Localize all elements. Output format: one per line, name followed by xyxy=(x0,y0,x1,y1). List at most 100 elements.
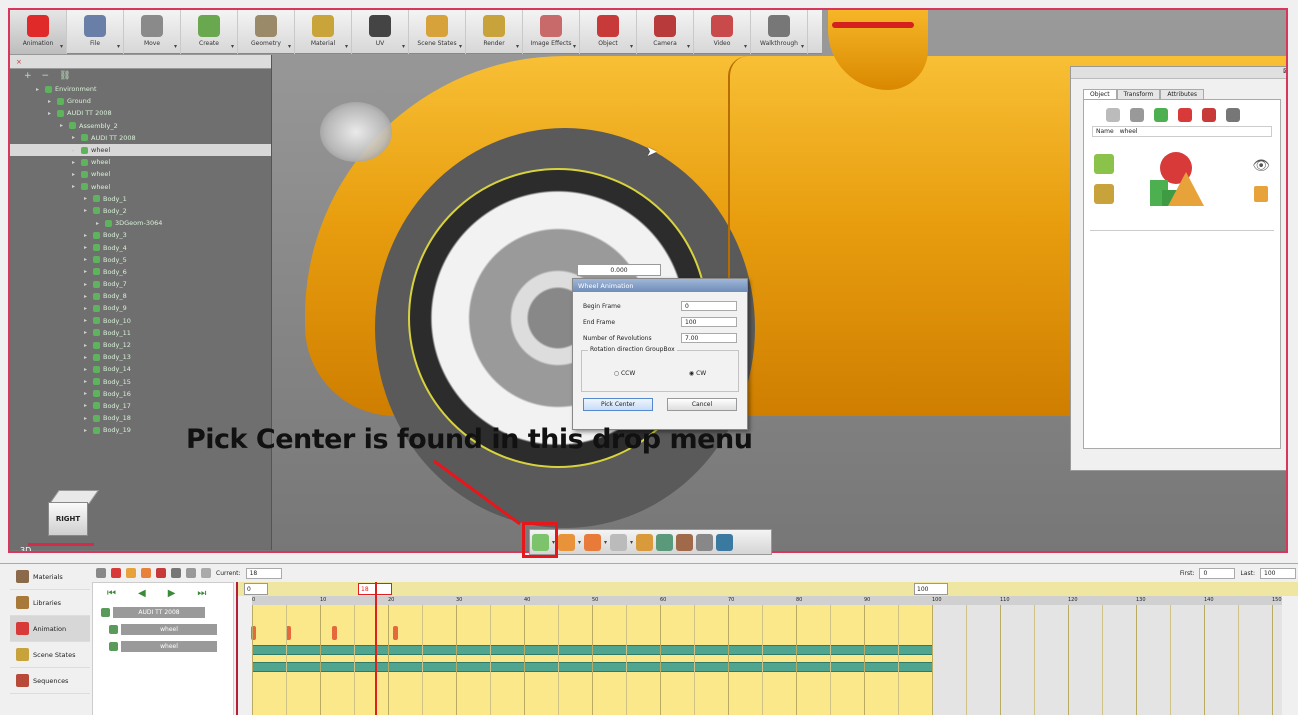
expand-arrow-icon[interactable]: ▸ xyxy=(72,171,78,178)
magnet-icon[interactable] xyxy=(1178,108,1192,122)
current-input[interactable]: 18 xyxy=(245,567,282,579)
pointer-arrow-icon[interactable]: ▾ xyxy=(630,539,633,546)
tree-item[interactable]: ▸ AUDI TT 2008 xyxy=(10,107,271,119)
expand-arrow-icon[interactable]: ▸ xyxy=(84,244,90,251)
tree-item[interactable]: ▸ Body_5 xyxy=(10,254,271,266)
toolbar-create-button[interactable]: Create ▾ xyxy=(181,10,238,54)
rotate-tool-icon[interactable] xyxy=(1130,108,1144,122)
expand-arrow-icon[interactable]: ▸ xyxy=(84,317,90,324)
toolbar-move-button[interactable]: Move ▾ xyxy=(124,10,181,54)
pick-center-button[interactable]: Pick Center xyxy=(583,398,653,411)
move-tool-icon[interactable] xyxy=(1106,108,1120,122)
pointer-icon[interactable] xyxy=(610,533,628,551)
dropdown-arrow-icon[interactable]: ▾ xyxy=(801,43,804,50)
nav-scene-states[interactable]: Scene States xyxy=(10,642,90,668)
snap-icon[interactable] xyxy=(558,533,576,551)
tab-attributes[interactable]: Attributes xyxy=(1160,89,1205,99)
expand-arrow-icon[interactable]: ▸ xyxy=(84,415,90,422)
toolbar-walkthrough-button[interactable]: Walkthrough ▾ xyxy=(751,10,808,54)
tree-item[interactable]: ▸ Body_6 xyxy=(10,266,271,278)
expand-arrow-icon[interactable]: ▸ xyxy=(84,390,90,397)
tree-item[interactable]: ▸ wheel xyxy=(10,143,271,157)
cw-radio[interactable]: ◉ CW xyxy=(689,370,706,377)
tree-item[interactable]: ▸ Body_3 xyxy=(10,229,271,241)
go-start-icon[interactable]: ⏮ xyxy=(107,588,116,599)
tree-item[interactable]: ▸ Body_11 xyxy=(10,327,271,339)
tree-item[interactable]: ▸ Body_16 xyxy=(10,388,271,400)
nav-materials[interactable]: Materials xyxy=(10,564,90,590)
magnet-alt-icon[interactable] xyxy=(1202,108,1216,122)
lock-icon[interactable] xyxy=(1254,186,1268,202)
nav-sequences[interactable]: Sequences xyxy=(10,668,90,694)
revolutions-input[interactable]: 7.00 xyxy=(681,333,737,343)
keyframe[interactable] xyxy=(332,626,337,640)
anim-record-icon[interactable] xyxy=(111,568,121,578)
tree-item[interactable]: ▸ Body_1 xyxy=(10,193,271,205)
keyframe[interactable] xyxy=(393,626,398,640)
remove-icon[interactable]: − xyxy=(42,71,50,81)
frame-all-icon[interactable] xyxy=(636,533,654,551)
display-mode-icon[interactable] xyxy=(696,533,714,551)
tab-object[interactable]: Object xyxy=(1083,89,1117,99)
link-icon[interactable]: ⛓ xyxy=(59,71,70,81)
anim-clip-icon[interactable] xyxy=(156,568,166,578)
track-row[interactable]: wheel xyxy=(101,622,233,637)
flatten-icon[interactable] xyxy=(676,533,694,551)
expand-arrow-icon[interactable]: ▸ xyxy=(84,354,90,361)
end-frame-input[interactable]: 100 xyxy=(681,317,737,327)
anim-list-icon[interactable] xyxy=(96,568,106,578)
dropdown-arrow-icon[interactable]: ▾ xyxy=(459,43,462,50)
expand-arrow-icon[interactable]: ▸ xyxy=(48,110,54,117)
toolbar-render-button[interactable]: Render ▾ xyxy=(466,10,523,54)
dropdown-arrow-icon[interactable]: ▾ xyxy=(744,43,747,50)
expand-arrow-icon[interactable]: ▸ xyxy=(84,366,90,373)
tree-item[interactable]: ▸ Body_8 xyxy=(10,290,271,302)
expand-arrow-icon[interactable]: ▸ xyxy=(84,293,90,300)
nav-animation[interactable]: Animation xyxy=(10,616,90,642)
range-start-marker[interactable]: 0 xyxy=(244,583,268,595)
toolbar-geometry-button[interactable]: Geometry ▾ xyxy=(238,10,295,54)
anim-grid-icon[interactable] xyxy=(201,568,211,578)
expand-arrow-icon[interactable]: ▸ xyxy=(84,256,90,263)
dropdown-arrow-icon[interactable]: ▾ xyxy=(117,43,120,50)
tree-item[interactable]: ▸ Body_18 xyxy=(10,412,271,424)
tree-item[interactable]: ▸ Body_13 xyxy=(10,351,271,363)
tree-item[interactable]: ▸ Body_9 xyxy=(10,302,271,314)
toolbar-video-button[interactable]: Video ▾ xyxy=(694,10,751,54)
range-end-marker[interactable]: 100 xyxy=(914,583,948,595)
anim-lock-icon[interactable] xyxy=(186,568,196,578)
anim-key-icon[interactable] xyxy=(126,568,136,578)
play-icon[interactable]: ▶ xyxy=(168,588,176,599)
snap-arrow-icon[interactable]: ▾ xyxy=(578,539,581,546)
box-select-icon[interactable] xyxy=(584,533,602,551)
dropdown-arrow-icon[interactable]: ▾ xyxy=(60,43,63,50)
expand-arrow-icon[interactable]: ▸ xyxy=(84,195,90,202)
timeline-ruler[interactable]: 0 18 100 xyxy=(238,582,1298,596)
tree-item[interactable]: ▸ AUDI TT 2008 xyxy=(10,132,271,144)
add-icon[interactable]: + xyxy=(24,71,32,81)
expand-arrow-icon[interactable]: ▸ xyxy=(72,159,78,166)
dropdown-arrow-icon[interactable]: ▾ xyxy=(231,43,234,50)
expand-arrow-icon[interactable]: ▸ xyxy=(84,427,90,434)
tree-item[interactable]: ▸ Body_7 xyxy=(10,278,271,290)
expand-arrow-icon[interactable]: ▸ xyxy=(72,183,78,190)
name-input[interactable]: wheel xyxy=(1120,128,1138,135)
tree-item[interactable]: ▸ Assembly_2 xyxy=(10,120,271,132)
properties-close-icon[interactable]: ⊠ xyxy=(1071,67,1286,79)
track-row[interactable]: wheel xyxy=(101,639,233,654)
expand-arrow-icon[interactable]: ▸ xyxy=(84,378,90,385)
tree-close-icon[interactable]: × xyxy=(16,58,22,66)
expand-arrow-icon[interactable]: ▸ xyxy=(60,122,66,129)
anim-move-key-icon[interactable] xyxy=(141,568,151,578)
playhead[interactable] xyxy=(375,582,377,715)
play-back-icon[interactable]: ◀ xyxy=(138,588,146,599)
expand-arrow-icon[interactable]: ▸ xyxy=(72,147,78,154)
cancel-button[interactable]: Cancel xyxy=(667,398,737,411)
go-end-icon[interactable]: ⏭ xyxy=(197,588,206,599)
camera-view-icon[interactable] xyxy=(716,533,734,551)
user-icon[interactable] xyxy=(1226,108,1240,122)
begin-frame-input[interactable]: 0 xyxy=(681,301,737,311)
toolbar-uv-button[interactable]: UV ▾ xyxy=(352,10,409,54)
expand-arrow-icon[interactable]: ▸ xyxy=(84,268,90,275)
toolbar-object-button[interactable]: Object ▾ xyxy=(580,10,637,54)
